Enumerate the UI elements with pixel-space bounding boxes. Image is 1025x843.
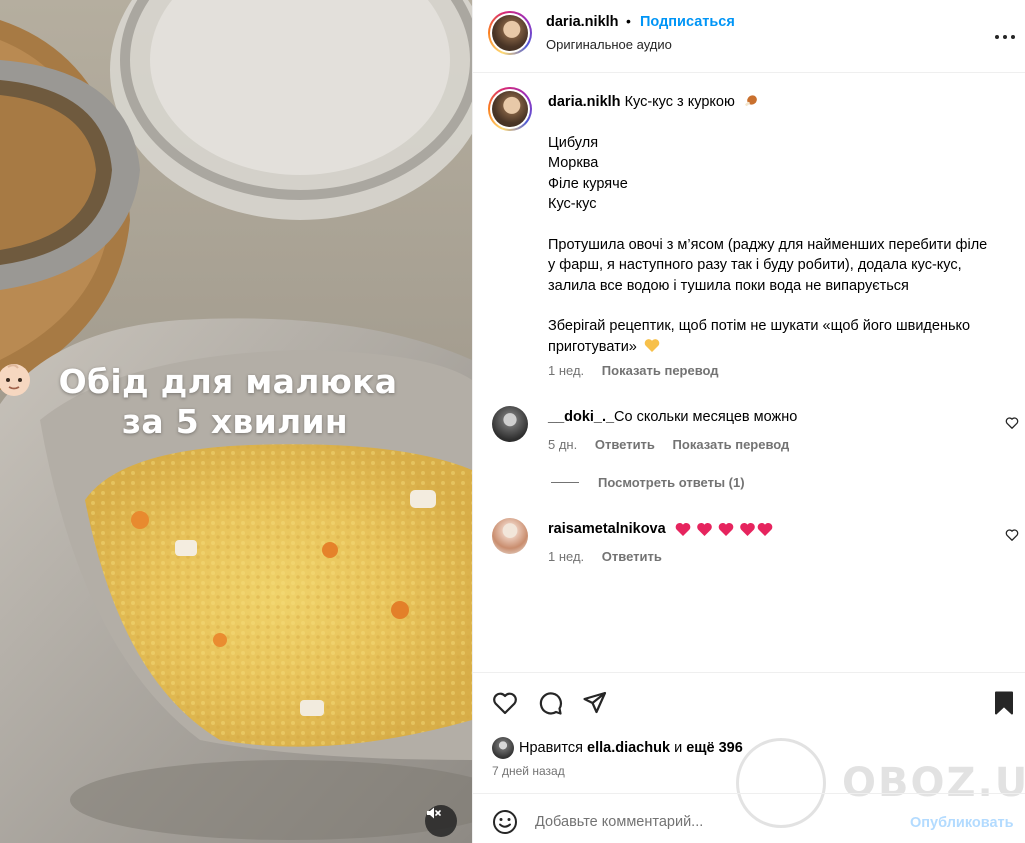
speaker-muted-icon: [427, 807, 441, 819]
comment-like-heart-icon[interactable]: [1005, 416, 1019, 430]
comment-like-heart-icon[interactable]: [1005, 528, 1019, 542]
comment-username[interactable]: __doki_._: [548, 409, 614, 425]
ingredient-line: Філе куряче: [548, 175, 628, 192]
caption-meta: 1 нед. Показать перевод: [548, 363, 733, 378]
post-caption: daria.niklh Кус-кус з куркою Цибуля Морк…: [548, 92, 998, 377]
caption-paragraph-1: Протушила овочі з м’ясом (раджу для найм…: [548, 236, 988, 294]
post-media[interactable]: Обід для малюка за 5 хвилин: [0, 0, 472, 843]
ingredient-line: Цибуля: [548, 134, 599, 151]
paper-plane-icon[interactable]: [582, 690, 608, 716]
likes-middle: и: [674, 740, 683, 756]
comment-meta: 1 нед. Ответить: [548, 549, 662, 564]
post-sidebar: daria.niklh • Подписаться Оригинальное а…: [472, 0, 1025, 843]
likes-summary[interactable]: Нравится ella.diachuk и ещё 396: [492, 737, 743, 759]
liker-avatar: [492, 737, 514, 759]
caption-title: Кус-кус з куркою: [624, 94, 735, 110]
likes-count[interactable]: ещё 396: [686, 740, 743, 756]
mute-button[interactable]: [425, 805, 457, 837]
post-timestamp: 7 дней назад: [492, 764, 565, 778]
comment-time: 1 нед.: [548, 549, 585, 564]
video-overlay-subtitle: за 5 хвилин: [121, 402, 349, 441]
caption-author-avatar[interactable]: [488, 87, 532, 131]
smiley-icon[interactable]: [492, 809, 518, 835]
follow-button[interactable]: Подписаться: [640, 14, 735, 30]
replies-divider: [551, 482, 579, 483]
caption-author-username[interactable]: daria.niklh: [548, 94, 621, 110]
drumstick-icon: [745, 95, 757, 106]
post-header: daria.niklh • Подписаться Оригинальное а…: [473, 0, 1025, 73]
comment-heart-emojis: [675, 522, 773, 536]
bookmark-icon[interactable]: [991, 690, 1017, 716]
caption-translate-button[interactable]: Показать перевод: [602, 363, 719, 378]
audio-label[interactable]: Оригинальное аудио: [546, 37, 672, 52]
comment-avatar[interactable]: [492, 518, 528, 554]
ingredient-line: Морква: [548, 155, 599, 171]
more-horizontal-icon[interactable]: [993, 25, 1017, 49]
likes-prefix: Нравится: [519, 740, 583, 756]
comment-time: 5 дн.: [548, 437, 578, 452]
caption-time: 1 нед.: [548, 363, 585, 378]
view-replies-button[interactable]: Посмотреть ответы (1): [551, 475, 745, 490]
reply-button[interactable]: Ответить: [602, 549, 662, 564]
reply-button[interactable]: Ответить: [595, 437, 655, 452]
comment-username[interactable]: raisametalnikova: [548, 521, 666, 537]
comment-input[interactable]: [535, 807, 895, 837]
yellow-heart-icon: [644, 338, 660, 352]
view-replies-label: Посмотреть ответы (1): [598, 475, 745, 490]
baby-face-icon: [0, 364, 30, 396]
video-overlay-title: Обід для малюка: [0, 362, 464, 401]
author-username[interactable]: daria.niklh: [546, 14, 619, 30]
comment-translate-button[interactable]: Показать перевод: [673, 437, 790, 452]
liker-username[interactable]: ella.diachuk: [587, 740, 670, 756]
comment-avatar[interactable]: [492, 406, 528, 442]
separator-dot: •: [626, 13, 631, 29]
comment-text: Со скольки месяцев можно: [614, 409, 798, 425]
heart-icon[interactable]: [492, 690, 518, 716]
add-comment-form: Опубликовать: [473, 793, 1025, 843]
comment-icon[interactable]: [537, 690, 563, 716]
author-avatar[interactable]: [488, 11, 532, 55]
comment-meta: 5 дн. Ответить Показать перевод: [548, 437, 789, 452]
publish-button[interactable]: Опубликовать: [910, 815, 1014, 831]
caption-paragraph-2: Зберігай рецептик, щоб потім не шукати «…: [548, 318, 971, 355]
ingredient-line: Кус-кус: [548, 196, 597, 212]
